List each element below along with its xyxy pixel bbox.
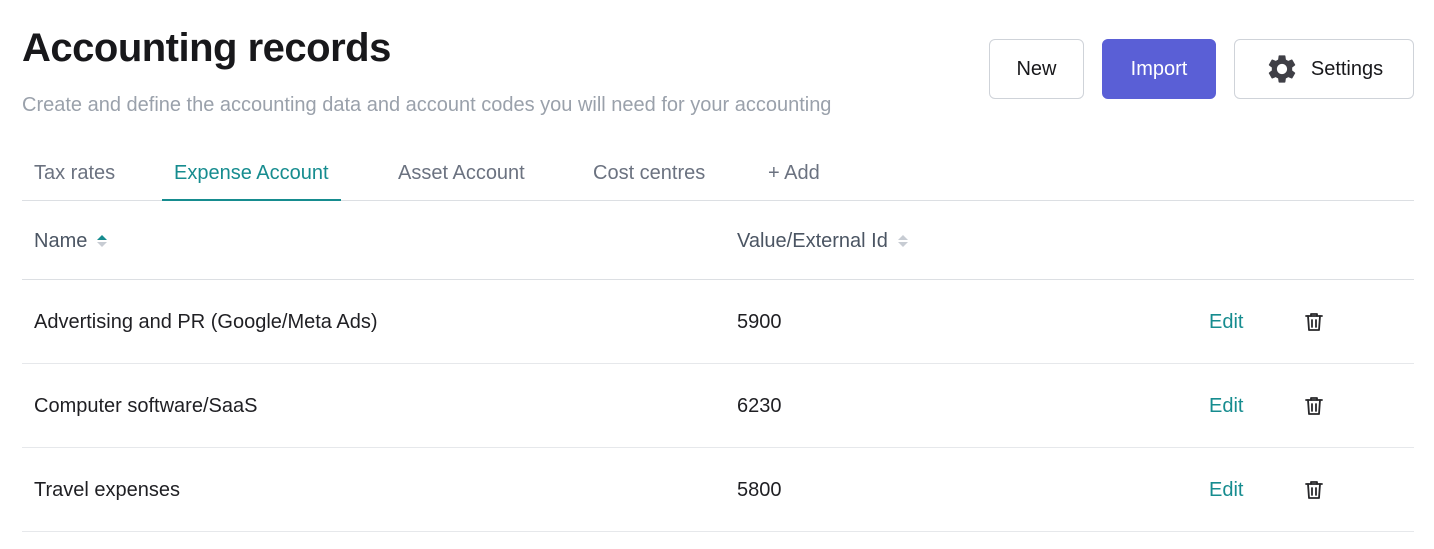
gear-icon (1268, 55, 1296, 83)
edit-link[interactable]: Edit (1209, 477, 1243, 503)
column-header-value-label: Value/External Id (737, 230, 888, 252)
tab-cost-centres[interactable]: Cost centres (581, 150, 717, 201)
column-header-name[interactable]: Name (34, 229, 108, 253)
new-button[interactable]: New (989, 39, 1084, 99)
tab-expense-account[interactable]: Expense Account (162, 150, 341, 201)
edit-link[interactable]: Edit (1209, 393, 1243, 419)
settings-button[interactable]: Settings (1234, 39, 1414, 99)
edit-link[interactable]: Edit (1209, 309, 1243, 335)
page-title: Accounting records (22, 26, 391, 70)
row-name: Advertising and PR (Google/Meta Ads) (34, 311, 378, 333)
column-header-value[interactable]: Value/External Id (737, 229, 908, 253)
page-subtitle: Create and define the accounting data an… (22, 94, 832, 116)
row-value: 5800 (737, 479, 782, 501)
trash-icon[interactable] (1302, 310, 1326, 334)
row-value: 5900 (737, 311, 782, 333)
table-header: Name Value/External Id (22, 201, 1414, 280)
import-button[interactable]: Import (1102, 39, 1216, 99)
table-row: Travel expenses 5800 Edit (22, 448, 1414, 532)
column-header-name-label: Name (34, 230, 88, 252)
tab-asset-account[interactable]: Asset Account (386, 150, 537, 201)
trash-icon[interactable] (1302, 394, 1326, 418)
row-name: Computer software/SaaS (34, 395, 258, 417)
table-row: Advertising and PR (Google/Meta Ads) 590… (22, 280, 1414, 364)
table-row: Computer software/SaaS 6230 Edit (22, 364, 1414, 448)
settings-button-label: Settings (1310, 57, 1384, 80)
trash-icon[interactable] (1302, 478, 1326, 502)
sort-ascending-icon (97, 235, 108, 247)
sort-icon (897, 235, 908, 247)
import-button-label: Import (1130, 57, 1188, 80)
tab-add[interactable]: + Add (756, 150, 832, 201)
tab-tax-rates[interactable]: Tax rates (22, 150, 127, 201)
new-button-label: New (1016, 57, 1057, 80)
records-table: Name Value/External Id Advertising and P… (22, 201, 1414, 532)
row-value: 6230 (737, 395, 782, 417)
tab-bar: Tax rates Expense Account Asset Account … (22, 150, 1414, 201)
row-name: Travel expenses (34, 479, 180, 501)
